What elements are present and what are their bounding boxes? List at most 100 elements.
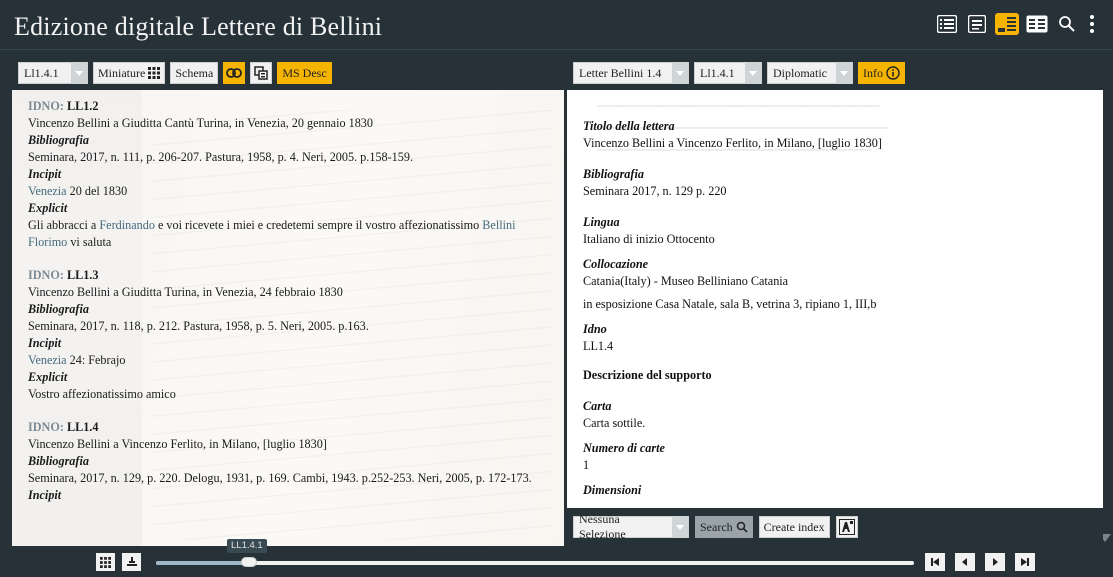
idno-label: IDNO:	[28, 268, 64, 282]
page-slider-thumb[interactable]	[241, 557, 257, 567]
place-link[interactable]: Venezia	[28, 353, 67, 367]
create-index-label: Create index	[763, 519, 825, 534]
miniature-button[interactable]: Miniature	[93, 62, 166, 84]
chevron-right-icon	[993, 558, 998, 566]
list-view-icon[interactable]	[935, 13, 959, 35]
bibliografia-text: Seminara, 2017, n. 129, p. 220. Delogu, …	[28, 471, 532, 485]
app-header: Edizione digitale Lettere di Bellini	[0, 0, 1113, 50]
thumbnails-button[interactable]	[96, 553, 115, 571]
image-panel-toolbar: Ll1.4.1 Miniature Schema MS Desc	[12, 57, 564, 89]
bibliografia-label: Bibliografia	[28, 302, 89, 316]
ms-desc-entry: IDNO: LL1.4 Vincenzo Bellini a Vincenzo …	[28, 419, 548, 504]
ms-desc-entry: IDNO: LL1.2 Vincenzo Bellini a Giuditta …	[28, 98, 548, 251]
search-icon[interactable]	[1055, 13, 1079, 35]
explicit-post: vi saluta	[67, 235, 112, 249]
explicit-label: Explicit	[28, 201, 68, 215]
app-window: Edizione digitale Lettere di Bellini Ll1…	[0, 0, 1113, 577]
create-index-button[interactable]: Create index	[758, 516, 830, 538]
page-select-value: Ll1.4.1	[24, 65, 59, 80]
chevron-down-icon	[672, 516, 688, 538]
chevron-down-icon	[745, 62, 761, 84]
view-mode-toolbar	[935, 13, 1099, 35]
incipit-label: Incipit	[28, 167, 62, 181]
idno-label: IDNO:	[28, 420, 64, 434]
collocazione-label: Collocazione	[583, 257, 649, 271]
entry-title: Vincenzo Bellini a Giuditta Turina, in V…	[28, 285, 343, 299]
image-text-view-icon[interactable]	[995, 13, 1019, 35]
next-page-button[interactable]	[985, 553, 1005, 571]
last-page-button[interactable]	[1015, 553, 1035, 571]
idno-value: LL1.2	[66, 99, 99, 113]
explicit-label: Explicit	[28, 370, 68, 384]
carta-value: Carta sottile.	[583, 416, 646, 430]
bibliografia-label: Bibliografia	[28, 454, 89, 468]
manuscript-viewer[interactable]: IDNO: LL1.2 Vincenzo Bellini a Giuditta …	[12, 90, 564, 546]
explicit-mid: e voi ricevete i miei e credetemi sempre…	[154, 218, 483, 232]
chevron-down-icon	[836, 62, 852, 84]
info-icon	[886, 66, 900, 80]
bibliografia-label: Bibliografia	[28, 133, 89, 147]
text-view-icon[interactable]	[965, 13, 989, 35]
link-toggle-button[interactable]	[223, 62, 246, 84]
search-label: Search	[700, 519, 733, 534]
ms-desc-button[interactable]: MS Desc	[277, 62, 332, 84]
numero-carte-value: 1	[583, 458, 590, 472]
selection-select[interactable]: Nessuna Selezione	[573, 512, 689, 541]
incipit-label: Incipit	[28, 336, 62, 350]
info-panel: ▁▁▁▁▁▁▁▁▁▁▁▁▁▁▁▁▁▁▁▁▁▁▁▁▁▁▁▁▁▁▁▁ ▁▁▁▁▁▁▁…	[567, 90, 1103, 508]
info-label: Info	[863, 65, 883, 80]
schema-label: Schema	[175, 65, 214, 80]
entry-title: Vincenzo Bellini a Giuditta Cantù Turina…	[28, 116, 373, 130]
explicit-text: Vostro affezionatissimo amico	[28, 387, 176, 401]
person-link[interactable]: Ferdinando	[99, 218, 155, 232]
supporto-heading: Descrizione del supporto	[583, 368, 712, 382]
bibliografia-text: Seminara, 2017, n. 118, p. 212. Pastura,…	[28, 319, 369, 333]
text-panel-toolbar: Letter Bellini 1.4 Ll1.4.1 Diplomatic In…	[567, 57, 1113, 89]
ms-desc-list: IDNO: LL1.2 Vincenzo Bellini a Giuditta …	[28, 98, 548, 520]
search-icon	[736, 521, 748, 533]
idno-value: LL1.3	[66, 268, 99, 282]
first-page-button[interactable]	[925, 553, 945, 571]
selection-select-value: Nessuna Selezione	[579, 512, 626, 541]
chevron-down-icon	[71, 62, 87, 84]
entry-title: Vincenzo Bellini a Vincenzo Ferlito, in …	[28, 437, 327, 451]
lingua-value: Italiano di inizio Ottocento	[583, 232, 715, 246]
more-vert-icon[interactable]	[1085, 13, 1099, 35]
search-button[interactable]: Search	[695, 516, 753, 538]
scrollbar[interactable]	[1103, 90, 1113, 546]
grid-icon	[148, 67, 161, 79]
place-link[interactable]: Venezia	[28, 184, 67, 198]
lingua-label: Lingua	[583, 215, 620, 229]
collocazione-detail: in esposizione Casa Natale, sala B, vetr…	[583, 297, 877, 311]
previous-page-button[interactable]	[955, 553, 975, 571]
ms-desc-label: MS Desc	[282, 65, 327, 80]
edition-select[interactable]: Diplomatic	[767, 62, 853, 84]
bibliografia-text: Seminara, 2017, n. 111, p. 206-207. Past…	[28, 150, 413, 164]
image-panel: Ll1.4.1 Miniature Schema MS Desc IDNO: L…	[12, 57, 564, 546]
text-panel: Letter Bellini 1.4 Ll1.4.1 Diplomatic In…	[567, 57, 1113, 546]
page-navigation-bar	[0, 546, 1113, 577]
idno-label: Idno	[583, 322, 607, 336]
text-panel-bottom-bar: Nessuna Selezione Search Create index	[567, 508, 1103, 546]
explicit-pre: Gli abbracci a	[28, 218, 100, 232]
idno-label: IDNO:	[28, 99, 64, 113]
page-select[interactable]: Ll1.4.1	[18, 62, 88, 84]
last-page-icon	[1021, 558, 1029, 566]
document-details: Titolo della lettera Vincenzo Bellini a …	[583, 118, 1083, 499]
text-page-select[interactable]: Ll1.4.1	[694, 62, 762, 84]
schema-button[interactable]: Schema	[170, 62, 219, 84]
bookreader-button[interactable]	[122, 553, 141, 571]
page-slider-tooltip: LL1.4.1	[227, 539, 267, 553]
titolo-label: Titolo della lettera	[583, 119, 675, 133]
incipit-rest: 20 del 1830	[66, 184, 128, 198]
font-size-button[interactable]	[835, 516, 858, 538]
carta-label: Carta	[583, 399, 612, 413]
image-text-link-button[interactable]	[250, 62, 273, 84]
document-select[interactable]: Letter Bellini 1.4	[573, 62, 689, 84]
idno-value: LL1.4	[583, 339, 614, 353]
chevron-down-icon	[672, 62, 688, 84]
text-page-select-value: Ll1.4.1	[700, 65, 735, 80]
info-button[interactable]: Info	[858, 62, 905, 84]
page-slider[interactable]	[156, 561, 914, 565]
double-text-view-icon[interactable]	[1025, 13, 1049, 35]
